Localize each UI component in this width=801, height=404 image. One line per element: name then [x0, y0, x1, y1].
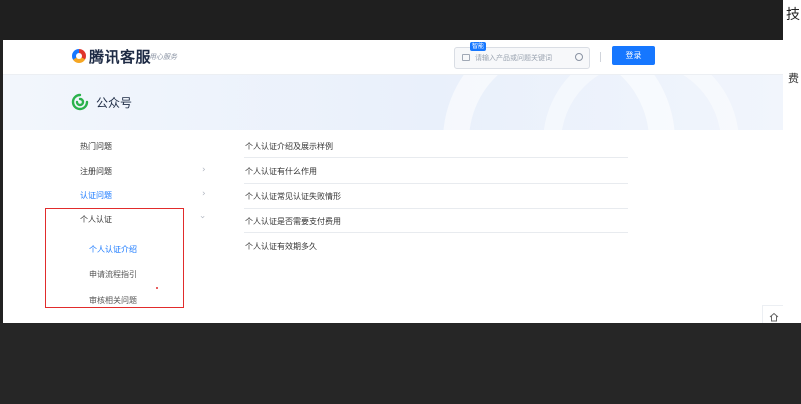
- desktop-background-corner: [783, 323, 801, 404]
- edge-text: 费: [788, 72, 799, 85]
- edge-text: 技: [786, 7, 800, 23]
- chevron-right-icon[interactable]: ›: [202, 189, 206, 199]
- desktop-background-bottom: [0, 323, 801, 404]
- adjacent-window-edge: 技 费: [783, 0, 801, 404]
- search-icon[interactable]: [575, 53, 583, 61]
- chevron-down-icon[interactable]: ›: [197, 215, 207, 219]
- sidebar-item-verification[interactable]: 认证问题: [80, 190, 112, 201]
- floating-home-button[interactable]: [762, 305, 783, 323]
- login-button[interactable]: 登录: [612, 46, 655, 65]
- page-title: 公众号: [96, 96, 133, 110]
- site-header: 腾讯客服 用心服务 智能 登录: [3, 40, 783, 75]
- annotation-dot: [156, 287, 158, 289]
- search-box[interactable]: 智能: [454, 42, 590, 69]
- article-link[interactable]: 个人认证介绍及展示样例: [245, 141, 333, 152]
- tencent-logo-icon[interactable]: [72, 49, 86, 63]
- annotation-highlight-box: [45, 208, 184, 308]
- chevron-right-icon[interactable]: ›: [202, 165, 206, 175]
- document-icon: [462, 54, 470, 61]
- article-link[interactable]: 个人认证有效期多久: [245, 241, 317, 252]
- article-link[interactable]: 个人认证常见认证失败情形: [245, 191, 341, 202]
- wechat-official-account-icon: [71, 93, 89, 111]
- search-input[interactable]: [475, 51, 570, 64]
- brand-slogan: 用心服务: [149, 53, 177, 61]
- sidebar-item-register[interactable]: 注册问题: [80, 166, 112, 177]
- article-link[interactable]: 个人认证有什么作用: [245, 166, 317, 177]
- search-badge: 智能: [470, 42, 487, 51]
- brand-title[interactable]: 腾讯客服: [89, 46, 151, 67]
- banner-decoration: [543, 75, 739, 130]
- sidebar-item-hot[interactable]: 热门问题: [80, 141, 112, 152]
- product-banner: 公众号: [3, 75, 783, 130]
- header-divider: [600, 52, 601, 62]
- article-divider: [244, 232, 628, 233]
- article-divider: [244, 183, 628, 184]
- home-icon: [769, 312, 779, 322]
- article-link[interactable]: 个人认证是否需要支付费用: [245, 216, 341, 227]
- article-divider: [244, 157, 628, 158]
- browser-page: 腾讯客服 用心服务 智能 登录 公众号 热门问题 注册问题 › 认证问题 › 个…: [3, 40, 783, 323]
- desktop-background-top: [0, 0, 801, 40]
- article-divider: [244, 208, 628, 209]
